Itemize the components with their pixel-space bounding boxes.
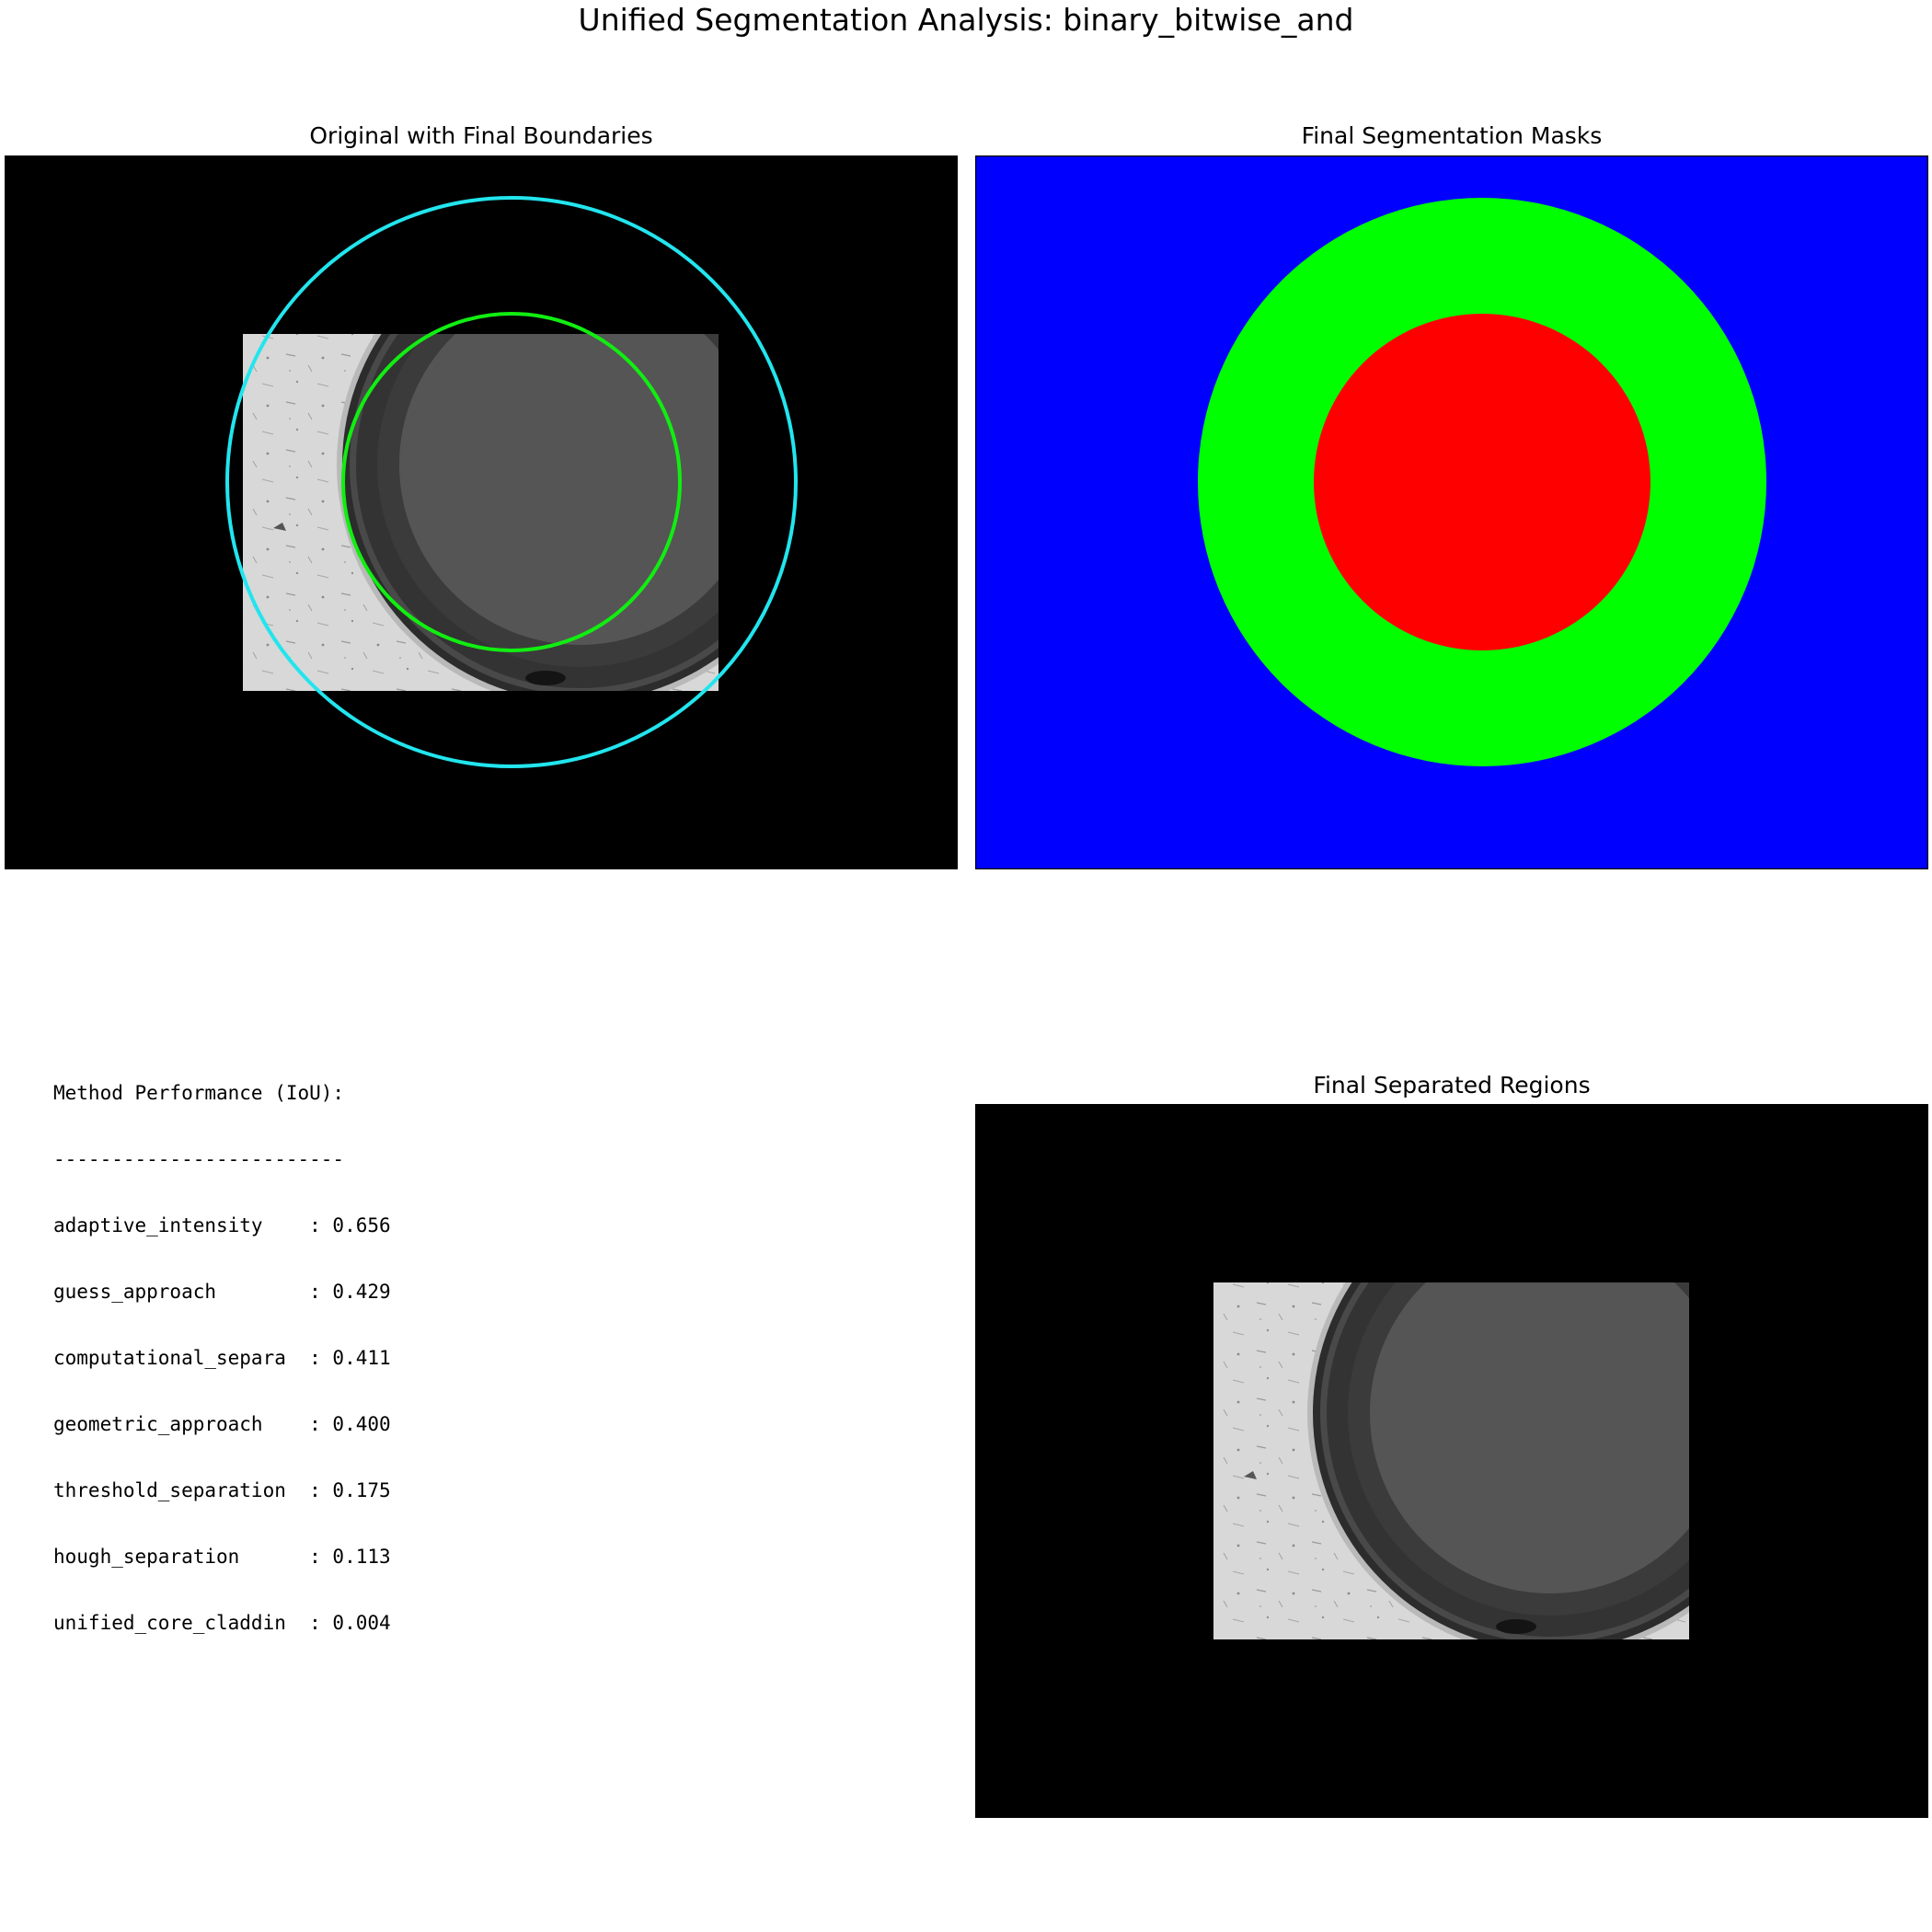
figure-title: Unified Segmentation Analysis: binary_bi…	[578, 2, 1354, 38]
panel-title-regions: Final Separated Regions	[1313, 1072, 1591, 1098]
panel-title-original: Original with Final Boundaries	[309, 122, 653, 149]
performance-row: guess_approach : 0.429	[53, 1281, 391, 1303]
method-performance-text: Method Performance (IoU): --------------…	[53, 1038, 391, 1656]
performance-row: geometric_approach : 0.400	[53, 1413, 391, 1435]
core-mask	[1314, 314, 1650, 650]
performance-header: Method Performance (IoU):	[53, 1082, 345, 1104]
performance-row: threshold_separation : 0.175	[53, 1479, 391, 1501]
segmentation-masks-panel	[975, 155, 1928, 869]
performance-row: adaptive_intensity : 0.656	[53, 1214, 391, 1236]
performance-row: computational_separa : 0.411	[53, 1347, 391, 1369]
panel-title-masks: Final Segmentation Masks	[1301, 122, 1603, 149]
performance-row: unified_core_claddin : 0.004	[53, 1612, 391, 1634]
performance-row: hough_separation : 0.113	[53, 1546, 391, 1568]
separated-regions-panel	[975, 1104, 1928, 1818]
original-boundaries-panel	[5, 155, 958, 869]
performance-rule: -------------------------	[53, 1148, 345, 1170]
